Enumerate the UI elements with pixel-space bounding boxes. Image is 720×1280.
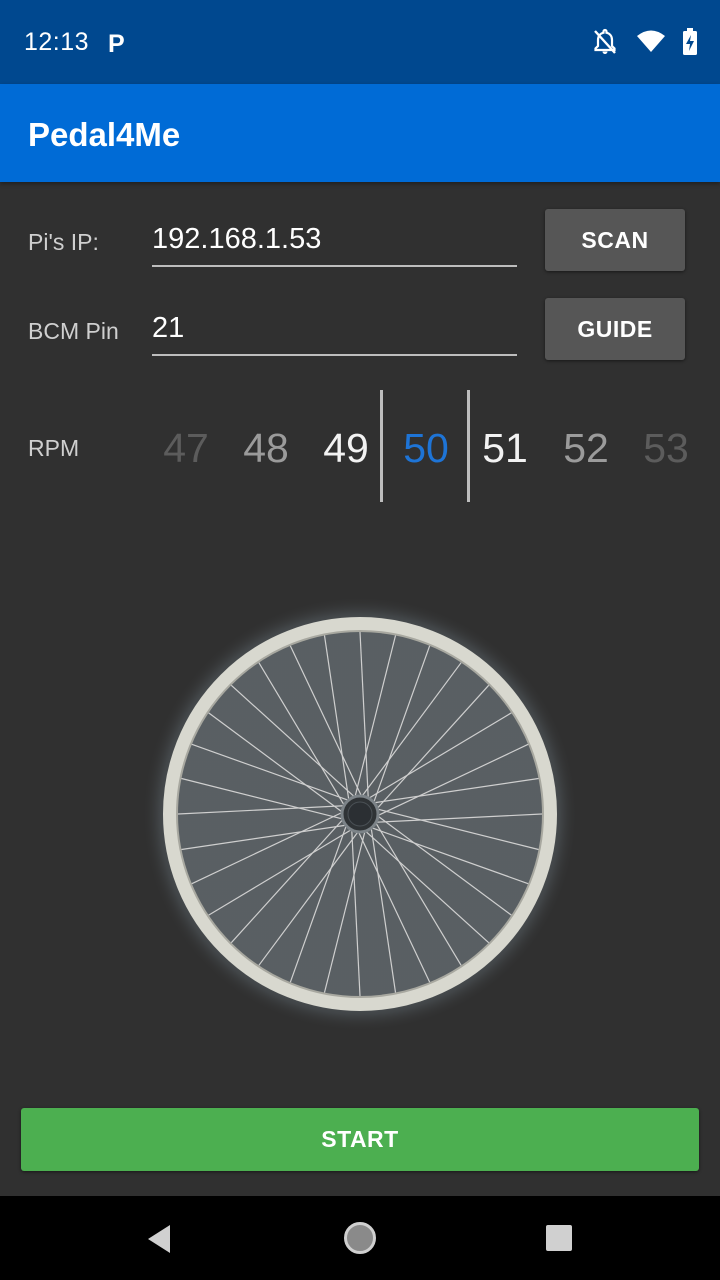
rpm-option[interactable]: 52	[546, 425, 626, 472]
bcm-pin-label: BCM Pin	[28, 318, 119, 344]
rpm-option[interactable]: 48	[226, 425, 306, 472]
bicycle-wheel-icon	[140, 594, 580, 1034]
notification-p-icon: P	[108, 30, 125, 58]
bcm-pin-input[interactable]: 21	[152, 306, 517, 356]
bcm-pin-input-value: 21	[152, 312, 185, 344]
rpm-option[interactable]: 51	[465, 425, 545, 472]
recents-icon[interactable]	[546, 1225, 572, 1251]
ip-input[interactable]: 192.168.1.53	[152, 217, 517, 267]
app-bar: Pedal4Me	[0, 84, 720, 182]
status-time: 12:13	[24, 28, 90, 56]
back-icon[interactable]	[146, 1224, 172, 1254]
start-button[interactable]: START	[21, 1108, 699, 1171]
home-icon[interactable]	[343, 1221, 377, 1255]
scan-button[interactable]: SCAN	[545, 209, 685, 271]
rpm-option[interactable]: 49	[306, 425, 386, 472]
rpm-option-selected[interactable]: 50	[386, 425, 466, 472]
guide-button[interactable]: GUIDE	[545, 298, 685, 360]
rpm-option[interactable]: 53	[626, 425, 706, 472]
ip-label: Pi's IP:	[28, 229, 99, 255]
notifications-off-icon	[594, 28, 616, 54]
status-bar: 12:13 P	[0, 0, 720, 84]
wifi-icon	[637, 30, 665, 52]
navigation-bar	[0, 1196, 720, 1280]
app-title: Pedal4Me	[28, 116, 181, 153]
rpm-option[interactable]: 47	[146, 425, 226, 472]
ip-input-value: 192.168.1.53	[152, 223, 322, 255]
rpm-label: RPM	[28, 435, 80, 461]
rpm-selection-divider-left	[380, 390, 383, 502]
battery-charging-icon	[683, 28, 697, 55]
